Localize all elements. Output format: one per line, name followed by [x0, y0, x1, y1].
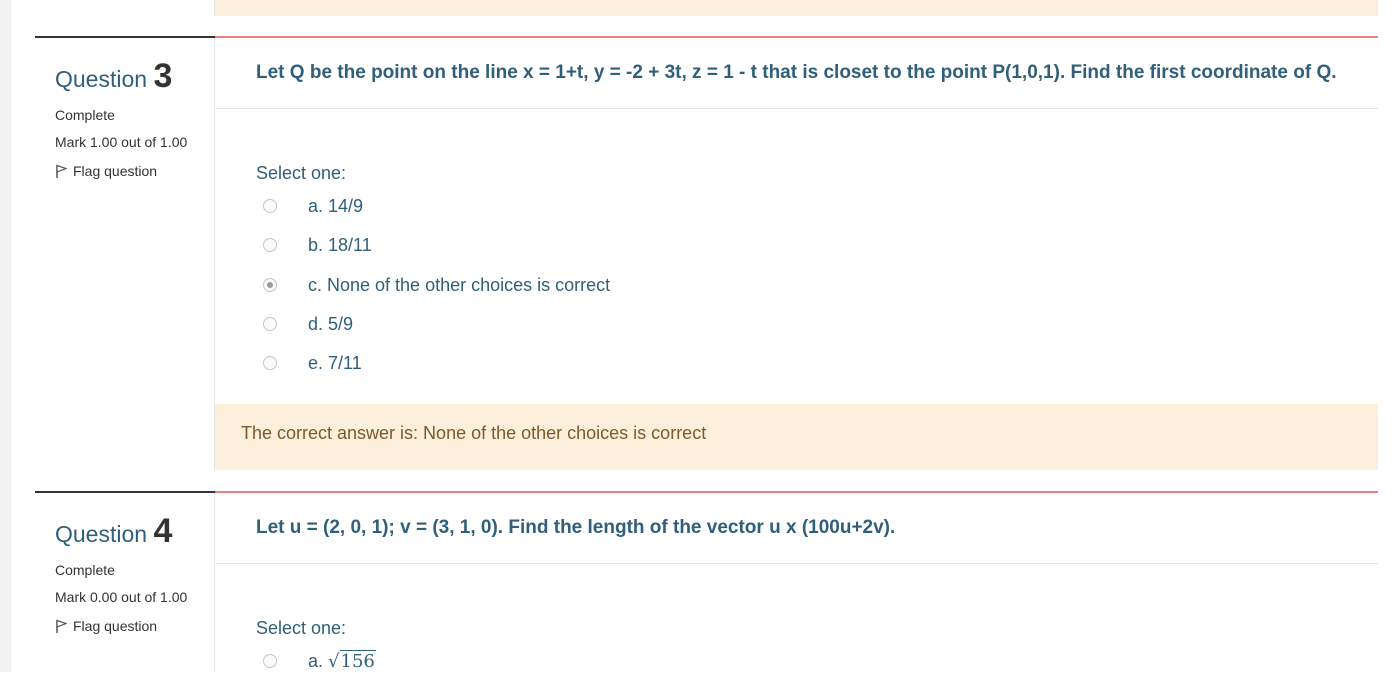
previous-question-feedback: [215, 0, 1378, 16]
question-state: Complete: [55, 562, 115, 578]
info-top-border: [35, 491, 215, 493]
answer-option[interactable]: c. None of the other choices is correct: [263, 274, 610, 296]
question-label: Question: [55, 66, 148, 92]
flag-question-link[interactable]: Flag question: [55, 618, 195, 634]
answer-label[interactable]: e. 7/11: [308, 352, 362, 374]
flag-icon: [56, 619, 67, 633]
question-info: Question 4 Complete Mark 0.00 out of 1.0…: [55, 512, 195, 634]
answer-option[interactable]: d. 5/9: [263, 313, 353, 335]
radical-sign: √: [328, 651, 340, 672]
answer-option[interactable]: b. 18/11: [263, 234, 372, 256]
question-number-value: 4: [153, 512, 173, 550]
question-3: Question 3 Complete Mark 1.00 out of 1.0…: [35, 36, 1378, 472]
flag-question-label: Flag question: [73, 163, 158, 179]
answer-label[interactable]: d. 5/9: [308, 313, 353, 335]
flag-question-label: Flag question: [73, 618, 158, 634]
answer-option[interactable]: a. 14/9: [263, 195, 363, 217]
question-4: Question 4 Complete Mark 0.00 out of 1.0…: [35, 491, 1378, 672]
question-text: Let u = (2, 0, 1); v = (3, 1, 0). Find t…: [256, 517, 896, 538]
content-top-border: [215, 491, 1378, 493]
answer-label[interactable]: a. 14/9: [308, 195, 363, 217]
answer-label[interactable]: a. √156: [308, 650, 376, 673]
divider: [214, 0, 215, 16]
answer-label[interactable]: c. None of the other choices is correct: [308, 274, 610, 296]
question-info: Question 3 Complete Mark 1.00 out of 1.0…: [55, 57, 195, 179]
answer-radio[interactable]: [263, 238, 277, 252]
correct-answer-feedback: The correct answer is: None of the other…: [215, 404, 1378, 470]
question-number: Question 4: [55, 512, 195, 550]
question-grade: Mark 1.00 out of 1.00: [55, 134, 188, 150]
answer-radio[interactable]: [263, 654, 277, 668]
select-one-prompt: Select one:: [256, 618, 347, 638]
answer-label[interactable]: b. 18/11: [308, 234, 372, 256]
answer-radio[interactable]: [263, 199, 277, 213]
divider: [216, 563, 1378, 564]
answer-option[interactable]: a. √156: [263, 650, 376, 672]
info-top-border: [35, 36, 215, 38]
question-state: Complete: [55, 107, 115, 123]
answer-prefix: a.: [308, 651, 324, 671]
divider: [214, 493, 215, 672]
flag-question-link[interactable]: Flag question: [55, 163, 195, 179]
question-label: Question: [55, 521, 148, 547]
select-one-prompt: Select one:: [256, 163, 347, 183]
question-text: Let Q be the point on the line x = 1+t, …: [256, 62, 1337, 83]
answer-radio[interactable]: [263, 317, 277, 331]
question-number-value: 3: [153, 57, 173, 95]
flag-icon: [56, 164, 67, 178]
divider: [216, 108, 1378, 109]
answer-radio-selected[interactable]: [263, 278, 277, 292]
square-root-expression: √156: [328, 650, 376, 673]
answer-radio[interactable]: [263, 356, 277, 370]
radicand: 156: [339, 650, 376, 672]
answer-option[interactable]: e. 7/11: [263, 352, 362, 374]
question-grade: Mark 0.00 out of 1.00: [55, 589, 188, 605]
content-top-border: [215, 36, 1378, 38]
question-number: Question 3: [55, 57, 195, 95]
page-left-margin: [0, 0, 11, 672]
